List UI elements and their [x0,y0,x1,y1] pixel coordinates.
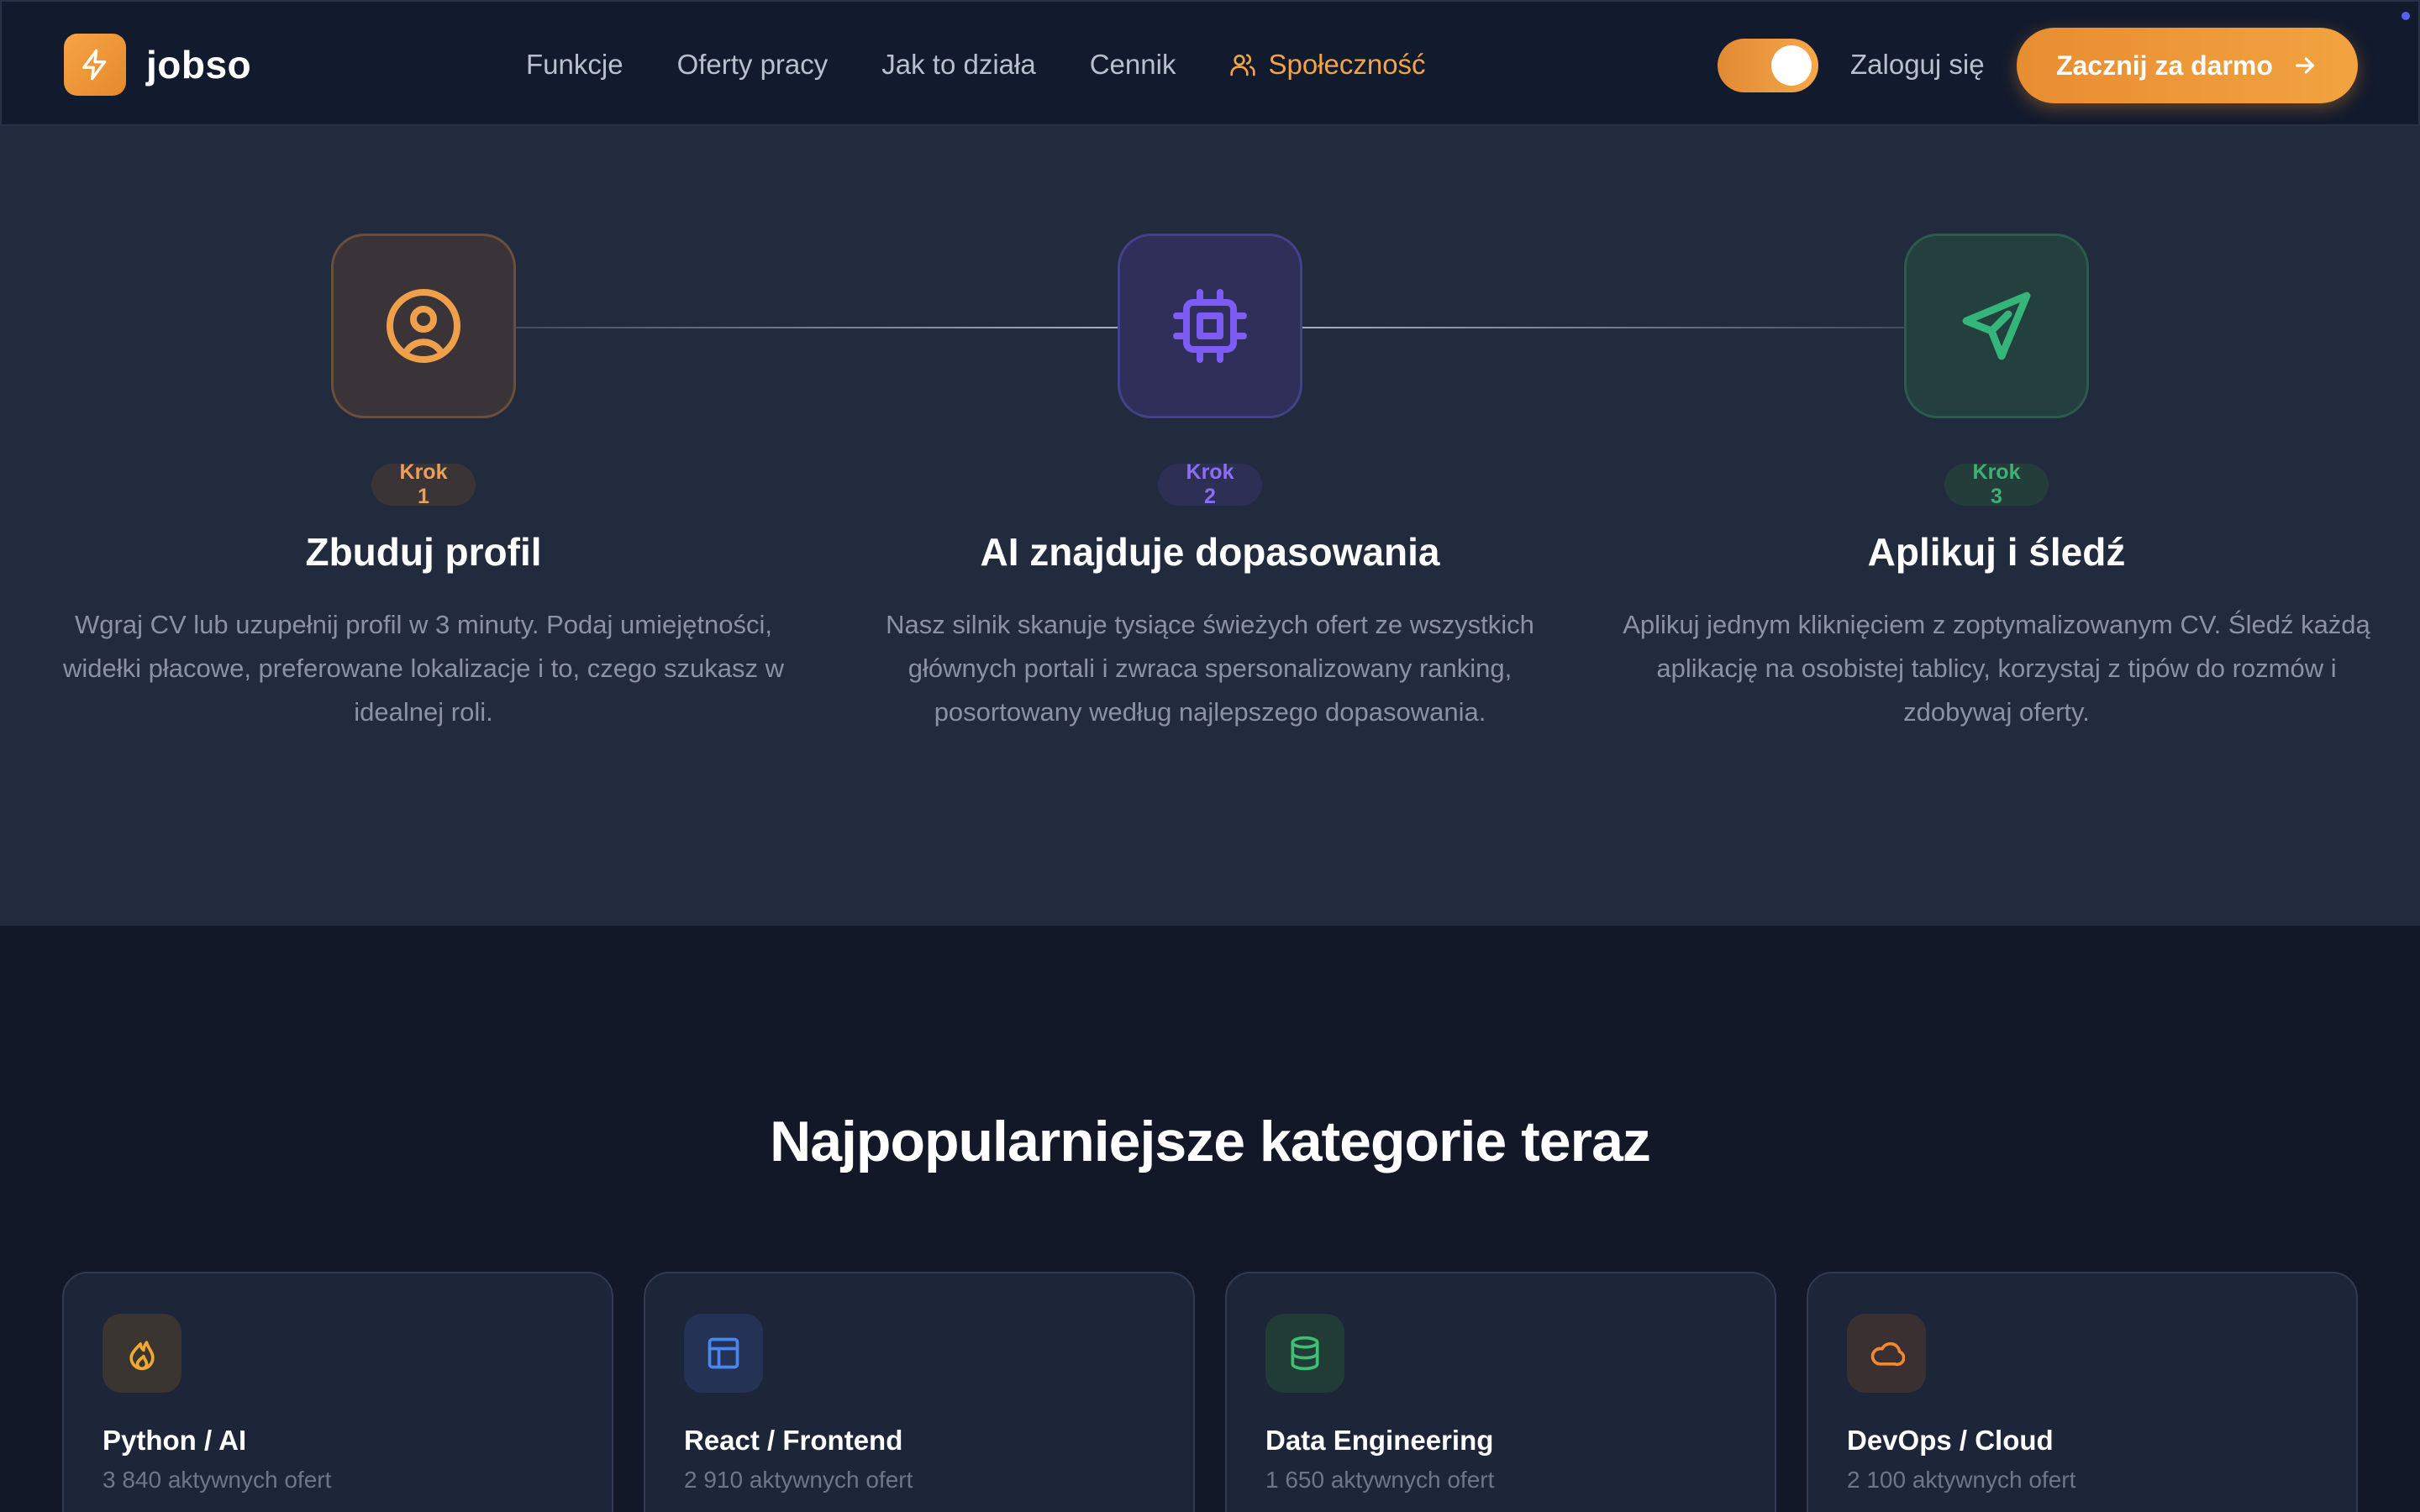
category-count: 2 910 aktywnych ofert [684,1467,913,1493]
step-title: AI znajduje dopasowania [980,530,1440,574]
toggle-knob [1771,45,1812,86]
category-count: 2 100 aktywnych ofert [1847,1467,2076,1493]
logo-text: jobso [146,43,252,87]
layout-icon [684,1314,763,1393]
main-nav: Funkcje Oferty pracy Jak to działa Cenni… [526,2,1480,128]
top-navbar: jobso Funkcje Oferty pracy Jak to działa… [0,0,2420,126]
arrow-right-icon [2295,57,2314,74]
category-count: 3 840 aktywnych ofert [103,1467,332,1493]
category-title: React / Frontend [684,1425,903,1456]
category-card-devops-cloud[interactable]: DevOps / Cloud 2 100 aktywnych ofert [1807,1272,2358,1512]
step-title: Zbuduj profil [305,530,542,574]
nav-item-funkcje[interactable]: Funkcje [526,49,623,81]
step-badge: Krok 3 [1944,460,2049,508]
logo[interactable]: jobso [64,34,251,96]
step-badge: Krok 2 [1158,460,1262,508]
status-dot [2402,12,2410,20]
nav-item-spolecznosc[interactable]: Społeczność [1229,49,1426,81]
user-circle-icon [331,234,516,418]
category-count: 1 650 aktywnych ofert [1265,1467,1495,1493]
cloud-icon [1847,1314,1926,1393]
start-free-button[interactable]: Zacznij za darmo [2017,28,2358,103]
nav-item-label: Społeczność [1268,49,1426,80]
category-card-react-frontend[interactable]: React / Frontend 2 910 aktywnych ofert [644,1272,1195,1512]
nav-item-oferty-pracy[interactable]: Oferty pracy [677,49,829,81]
cpu-chip-icon [1118,234,1302,418]
theme-toggle[interactable] [1718,39,1818,92]
category-card-data-engineering[interactable]: Data Engineering 1 650 aktywnych ofert [1225,1272,1776,1512]
step-title: Aplikuj i śledź [1867,530,2126,574]
nav-item-jak-to-dziala[interactable]: Jak to działa [881,49,1035,81]
send-icon [1904,234,2089,418]
category-title: DevOps / Cloud [1847,1425,2054,1456]
category-card-python-ai[interactable]: Python / AI 3 840 aktywnych ofert [62,1272,613,1512]
step-badge: Krok 1 [371,460,476,508]
step-description: Aplikuj jednym kliknięciem z zoptymalizo… [1623,610,2370,727]
cta-label: Zacznij za darmo [2056,50,2273,81]
how-it-works-section: Krok 1 Zbuduj profil Wgraj CV lub uzupeł… [0,126,2420,926]
step-description: Nasz silnik skanuje tysiące świeżych ofe… [886,610,1534,727]
category-title: Data Engineering [1265,1425,1494,1456]
flame-icon [103,1314,182,1393]
nav-item-cennik[interactable]: Cennik [1090,49,1176,81]
users-icon [1230,54,1256,76]
database-icon [1265,1314,1344,1393]
step-description: Wgraj CV lub uzupełnij profil w 3 minuty… [62,610,785,727]
categories-heading: Najpopularniejsze kategorie teraz [770,1110,1651,1173]
category-title: Python / AI [103,1425,247,1456]
login-link[interactable]: Zaloguj się [1850,2,1985,128]
lightning-icon [64,34,126,96]
